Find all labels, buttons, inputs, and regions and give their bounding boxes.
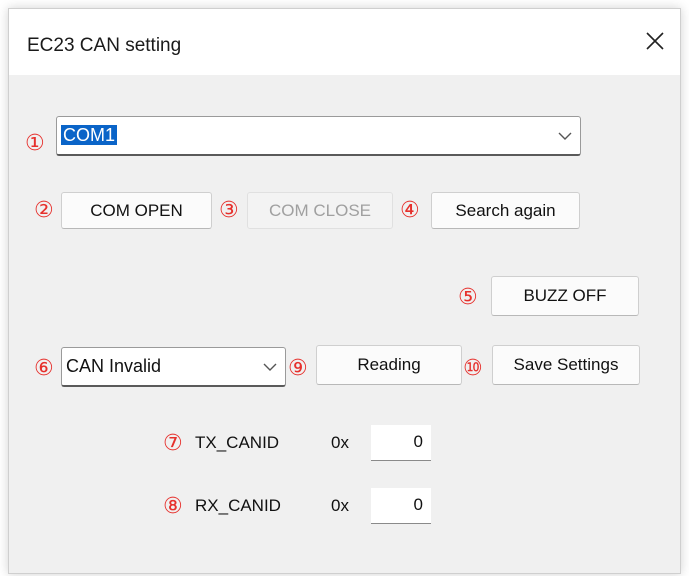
tx-canid-prefix: 0x [331, 433, 349, 452]
marker-1: ① [25, 131, 45, 156]
com-port-select[interactable]: COM1 [56, 116, 581, 156]
rx-canid-input[interactable]: 0 [371, 488, 431, 524]
marker-4: ④ [400, 198, 420, 223]
marker-2: ② [34, 198, 54, 223]
marker-7: ⑦ [163, 431, 183, 456]
can-mode-value: CAN Invalid [66, 356, 162, 376]
marker-8: ⑧ [163, 494, 183, 519]
chevron-down-icon [558, 132, 572, 140]
tx-canid-label: TX_CANID [195, 433, 280, 452]
rx-canid-prefix: 0x [331, 496, 349, 515]
can-mode-select[interactable]: CAN Invalid [61, 347, 286, 387]
rx-canid-label: RX_CANID [195, 496, 281, 515]
chevron-down-icon [263, 363, 277, 371]
com-close-button[interactable]: COM CLOSE [247, 192, 393, 229]
marker-3: ③ [219, 198, 239, 223]
reading-button[interactable]: Reading [316, 345, 462, 385]
com-port-value: COM1 [61, 125, 118, 145]
title-bar: EC23 CAN setting [9, 9, 680, 75]
com-open-button[interactable]: COM OPEN [61, 192, 212, 229]
search-again-button[interactable]: Search again [431, 192, 580, 229]
window-title: EC23 CAN setting [27, 35, 182, 56]
close-button[interactable] [630, 21, 680, 61]
save-settings-button[interactable]: Save Settings [492, 345, 640, 385]
tx-canid-input[interactable]: 0 [371, 425, 431, 461]
buzz-off-button[interactable]: BUZZ OFF [491, 276, 639, 316]
marker-10: ⑩ [463, 356, 483, 381]
marker-6: ⑥ [34, 356, 54, 381]
close-icon [646, 32, 664, 50]
dialog-window: EC23 CAN setting ① COM1 ② COM OPEN ③ COM… [8, 8, 681, 574]
marker-9: ⑨ [288, 356, 308, 381]
marker-5: ⑤ [458, 285, 478, 310]
